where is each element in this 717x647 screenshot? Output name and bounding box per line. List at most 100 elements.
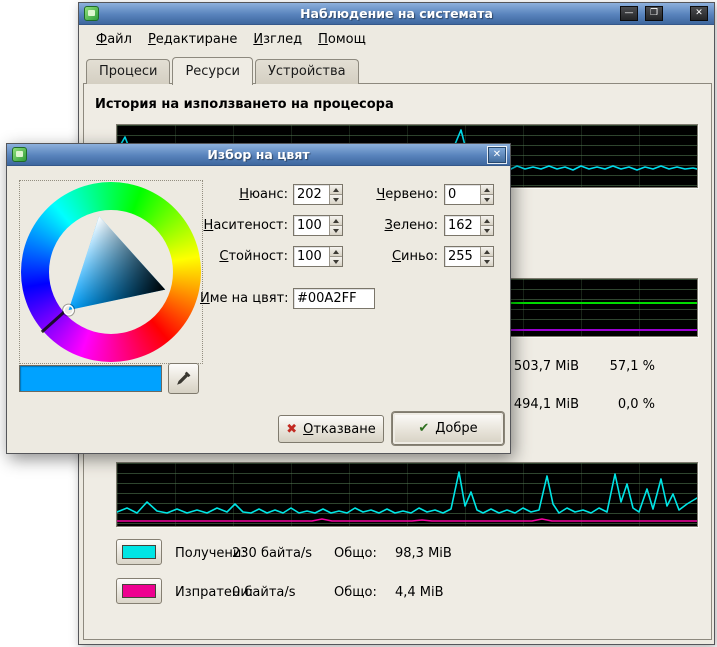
desktop: Наблюдение на системата — ❐ ✕ Файл Редак… xyxy=(0,0,717,647)
color-name-entry xyxy=(293,288,375,309)
spin-up-icon xyxy=(333,188,339,192)
hue-label: Нюанс: xyxy=(200,187,288,202)
red-spin-up-button[interactable] xyxy=(481,185,493,195)
swap-percent: 0,0 % xyxy=(591,397,655,412)
sent-rate: 0 байта/s xyxy=(232,585,296,600)
red-input[interactable] xyxy=(445,185,480,204)
spin-up-icon xyxy=(333,250,339,254)
blue-spin-down-button[interactable] xyxy=(481,257,493,266)
received-total-label: Общо: xyxy=(334,546,377,561)
spin-down-icon xyxy=(333,229,339,233)
tab-processes[interactable]: Процеси xyxy=(86,59,170,84)
spin-up-icon xyxy=(484,250,490,254)
value-spinbox xyxy=(293,246,343,267)
menu-file[interactable]: Файл xyxy=(89,29,139,50)
sv-triangle-black xyxy=(69,216,166,310)
sent-total: 4,4 MiB xyxy=(395,585,444,600)
dialog-titlebar[interactable]: Избор на цвят ✕ xyxy=(7,144,510,166)
network-sent-line xyxy=(117,519,697,521)
blue-input[interactable] xyxy=(445,247,480,266)
color-preview xyxy=(19,365,162,392)
red-spinbox xyxy=(444,184,494,205)
menu-edit[interactable]: Редактиране xyxy=(141,29,244,50)
spin-down-icon xyxy=(484,198,490,202)
color-wheel[interactable] xyxy=(19,180,203,364)
hue-spinner xyxy=(329,185,342,204)
red-label: Червено: xyxy=(350,187,438,202)
hue-spin-up-button[interactable] xyxy=(330,185,342,195)
main-window-title: Наблюдение на системата xyxy=(103,6,690,21)
network-history-chart xyxy=(116,462,698,527)
maximize-button[interactable]: ❐ xyxy=(645,6,663,21)
value-label: Стойност: xyxy=(200,249,288,264)
value-spin-up-button[interactable] xyxy=(330,247,342,257)
red-spin-down-button[interactable] xyxy=(481,195,493,204)
spin-up-icon xyxy=(484,188,490,192)
menu-help[interactable]: Помощ xyxy=(311,29,373,50)
spin-down-icon xyxy=(484,229,490,233)
sent-total-label: Общо: xyxy=(334,585,377,600)
saturation-spinbox xyxy=(293,215,343,236)
blue-spin-up-button[interactable] xyxy=(481,247,493,257)
received-total: 98,3 MiB xyxy=(395,546,452,561)
value-spin-down-button[interactable] xyxy=(330,257,342,266)
close-button[interactable]: ✕ xyxy=(690,6,708,21)
spin-down-icon xyxy=(484,260,490,264)
system-monitor-icon xyxy=(84,6,99,21)
saturation-spin-down-button[interactable] xyxy=(330,226,342,235)
spin-down-icon xyxy=(333,198,339,202)
memory-percent: 57,1 % xyxy=(591,359,655,374)
color-picker-dialog: Избор на цвят ✕ xyxy=(6,143,511,454)
hue-input[interactable] xyxy=(294,185,329,204)
ok-label: Добре xyxy=(435,421,477,436)
eyedropper-icon xyxy=(175,370,192,387)
cancel-icon: ✖ xyxy=(286,423,297,436)
ok-icon: ✔ xyxy=(418,422,429,435)
tab-devices[interactable]: Устройства xyxy=(255,59,359,84)
dialog-close-button[interactable]: ✕ xyxy=(488,147,506,163)
cancel-label: Отказване xyxy=(303,422,376,437)
green-spinbox xyxy=(444,215,494,236)
ok-button[interactable]: ✔ Добре xyxy=(392,412,504,445)
sv-triangle[interactable] xyxy=(21,182,201,362)
received-rate: 230 байта/s xyxy=(232,546,312,561)
spin-up-icon xyxy=(333,219,339,223)
green-input[interactable] xyxy=(445,216,480,235)
cancel-button[interactable]: ✖ Отказване xyxy=(278,415,384,443)
value-input[interactable] xyxy=(294,247,329,266)
blue-label: Синьо: xyxy=(350,249,438,264)
spin-down-icon xyxy=(333,260,339,264)
color-name-label: Име на цвят: xyxy=(200,291,288,306)
hue-spinbox xyxy=(293,184,343,205)
green-spin-down-button[interactable] xyxy=(481,226,493,235)
sent-color-swatch xyxy=(122,584,156,598)
green-spin-up-button[interactable] xyxy=(481,216,493,226)
eyedropper-button[interactable] xyxy=(168,363,199,394)
dialog-icon xyxy=(12,147,27,162)
saturation-spin-up-button[interactable] xyxy=(330,216,342,226)
saturation-input[interactable] xyxy=(294,216,329,235)
tabstrip: Процеси Ресурси Устройства xyxy=(86,57,361,84)
cpu-history-heading: История на използването на процесора xyxy=(95,97,394,112)
green-label: Зелено: xyxy=(350,218,438,233)
spin-up-icon xyxy=(484,219,490,223)
received-color-button[interactable] xyxy=(116,539,162,565)
tab-resources[interactable]: Ресурси xyxy=(172,57,253,85)
menu-view[interactable]: Изглед xyxy=(246,29,309,50)
main-window-titlebar[interactable]: Наблюдение на системата — ❐ ✕ xyxy=(79,3,714,25)
hue-spin-down-button[interactable] xyxy=(330,195,342,204)
received-color-swatch xyxy=(122,545,156,559)
sent-color-button[interactable] xyxy=(116,578,162,604)
dialog-title: Избор на цвят xyxy=(31,147,486,162)
value-spinner xyxy=(329,247,342,266)
minimize-button[interactable]: — xyxy=(620,6,638,21)
saturation-spinner xyxy=(329,216,342,235)
blue-spinbox xyxy=(444,246,494,267)
menubar: Файл Редактиране Изглед Помощ xyxy=(79,25,714,53)
window-controls: — ❐ ✕ xyxy=(620,6,708,21)
blue-spinner xyxy=(480,247,493,266)
saturation-label: Наситеност: xyxy=(200,218,288,233)
network-received-line xyxy=(117,472,697,513)
color-name-input[interactable] xyxy=(294,289,374,308)
red-spinner xyxy=(480,185,493,204)
